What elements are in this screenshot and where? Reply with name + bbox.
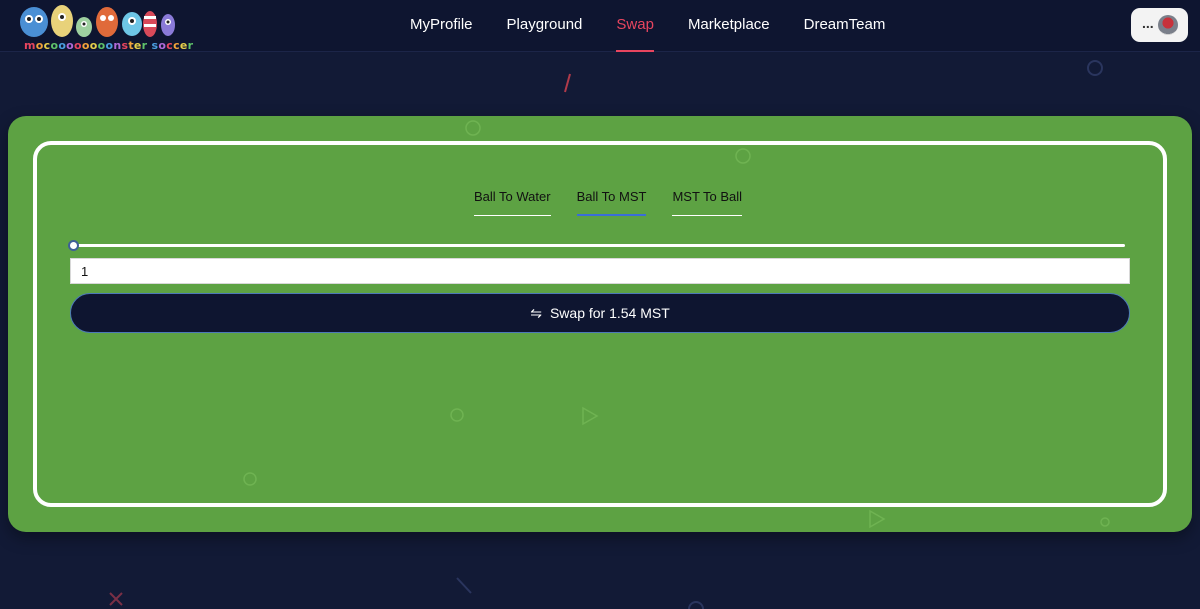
brand-logo[interactable]: mocoooooooonster soccer [10,2,193,52]
more-dots-icon: ... [1142,15,1154,31]
slider-track [73,244,1125,247]
amount-input[interactable] [70,258,1130,284]
swap-tabs: Ball To Water Ball To MST MST To Ball [474,189,743,216]
nav-marketplace[interactable]: Marketplace [688,0,770,52]
swap-panel: Ball To Water Ball To MST MST To Ball ⇋ … [33,141,1167,507]
main-nav: MyProfile Playground Swap Marketplace Dr… [410,0,919,52]
swap-card: Ball To Water Ball To MST MST To Ball ⇋ … [8,116,1192,532]
tab-mst-to-ball[interactable]: MST To Ball [672,189,743,216]
amount-slider[interactable] [68,240,1125,252]
slider-thumb[interactable] [68,240,79,251]
brand-logo-text: mocoooooooonster soccer [24,39,194,52]
monster-logo-icon [20,5,175,37]
nav-playground[interactable]: Playground [507,0,583,52]
tab-ball-to-mst[interactable]: Ball To MST [576,189,647,216]
swap-button-label: Swap for 1.54 MST [549,305,670,321]
profile-button[interactable]: ... [1131,8,1188,42]
nav-dreamteam[interactable]: DreamTeam [804,0,886,52]
avatar-icon [1158,15,1178,35]
tab-ball-to-water[interactable]: Ball To Water [474,189,551,216]
nav-myprofile[interactable]: MyProfile [410,0,473,52]
top-navbar: mocoooooooonster soccer MyProfile Playgr… [0,0,1200,52]
nav-swap[interactable]: Swap [616,0,654,52]
swap-button[interactable]: ⇋ Swap for 1.54 MST [70,293,1130,333]
swap-arrows-icon: ⇋ [530,304,542,321]
